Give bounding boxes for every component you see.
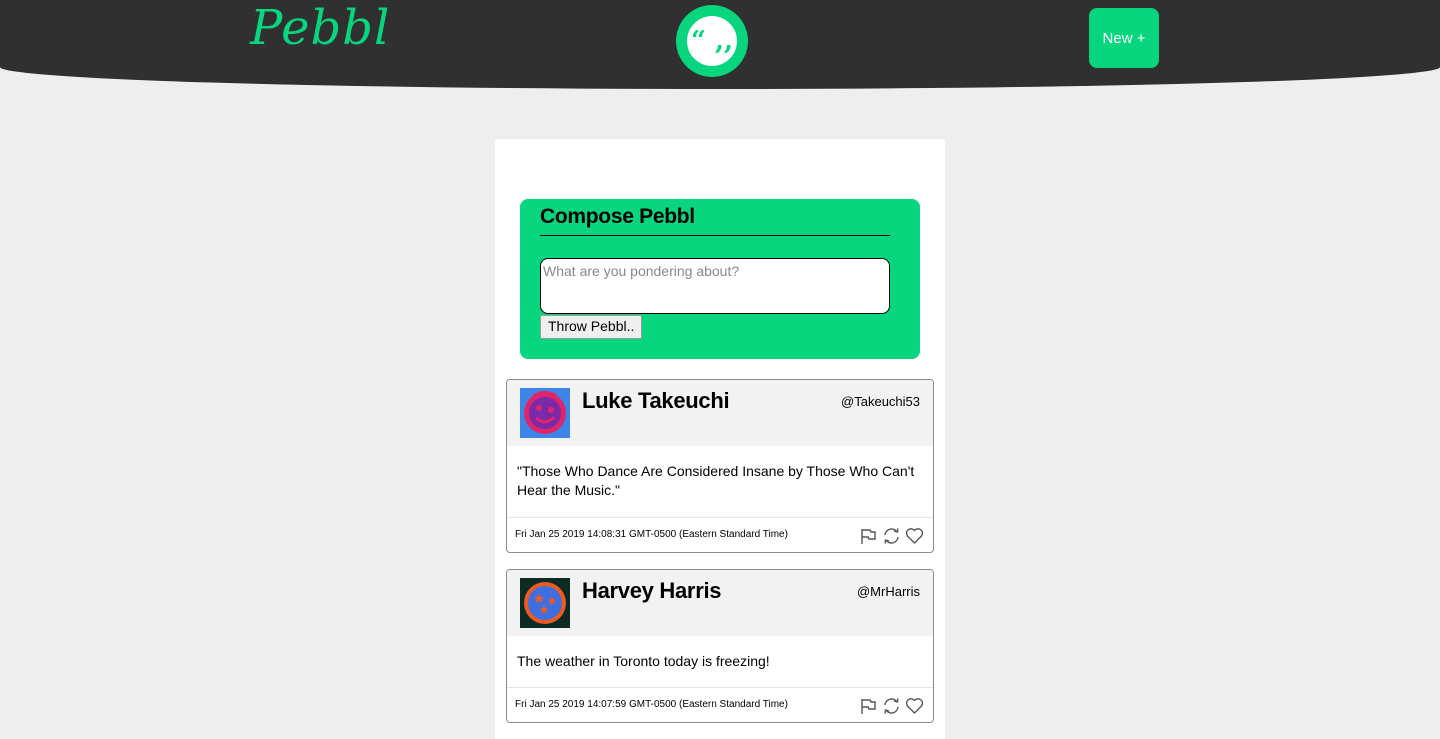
post-footer: Fri Jan 25 2019 14:08:31 GMT-0500 (Easte… [507,518,933,552]
post-actions [859,527,924,545]
retweet-icon[interactable] [882,697,901,715]
heart-icon[interactable] [905,697,924,715]
compose-input[interactable] [540,258,890,314]
quote-mark: “ ,, [687,16,737,66]
post-header: Luke Takeuchi @Takeuchi53 [507,380,933,446]
user-avatar[interactable] [520,578,570,628]
post-card: Harvey Harris @MrHarris The weather in T… [506,569,934,723]
post-card: Luke Takeuchi @Takeuchi53 "Those Who Dan… [506,379,934,553]
retweet-icon[interactable] [882,527,901,545]
compose-title: Compose Pebbl [540,205,890,236]
post-header: Harvey Harris @MrHarris [507,570,933,636]
post-text: "Those Who Dance Are Considered Insane b… [507,446,933,518]
app-logo[interactable]: Pebbl [250,0,390,56]
post-footer: Fri Jan 25 2019 14:07:59 GMT-0500 (Easte… [507,688,933,722]
post-handle[interactable]: @Takeuchi53 [841,394,920,409]
post-author[interactable]: Harvey Harris [582,578,722,604]
heart-icon[interactable] [905,527,924,545]
compose-panel: Compose Pebbl Throw Pebbl.. [520,199,920,359]
post-timestamp: Fri Jan 25 2019 14:08:31 GMT-0500 (Easte… [515,529,788,540]
post-author[interactable]: Luke Takeuchi [582,388,730,414]
post-timestamp: Fri Jan 25 2019 14:07:59 GMT-0500 (Easte… [515,699,788,710]
post-text: The weather in Toronto today is freezing… [507,636,933,688]
user-avatar[interactable] [520,388,570,438]
post-actions [859,697,924,715]
flag-icon[interactable] [859,697,878,715]
top-header: Pebbl “ ,, New + [0,0,1440,89]
post-handle[interactable]: @MrHarris [857,584,920,599]
quote-logo-icon[interactable]: “ ,, [676,5,748,77]
throw-pebbl-button[interactable]: Throw Pebbl.. [540,315,643,339]
flag-icon[interactable] [859,527,878,545]
feed-column: Compose Pebbl Throw Pebbl.. Luke Takeuch… [495,139,945,739]
new-post-button[interactable]: New + [1089,8,1159,68]
